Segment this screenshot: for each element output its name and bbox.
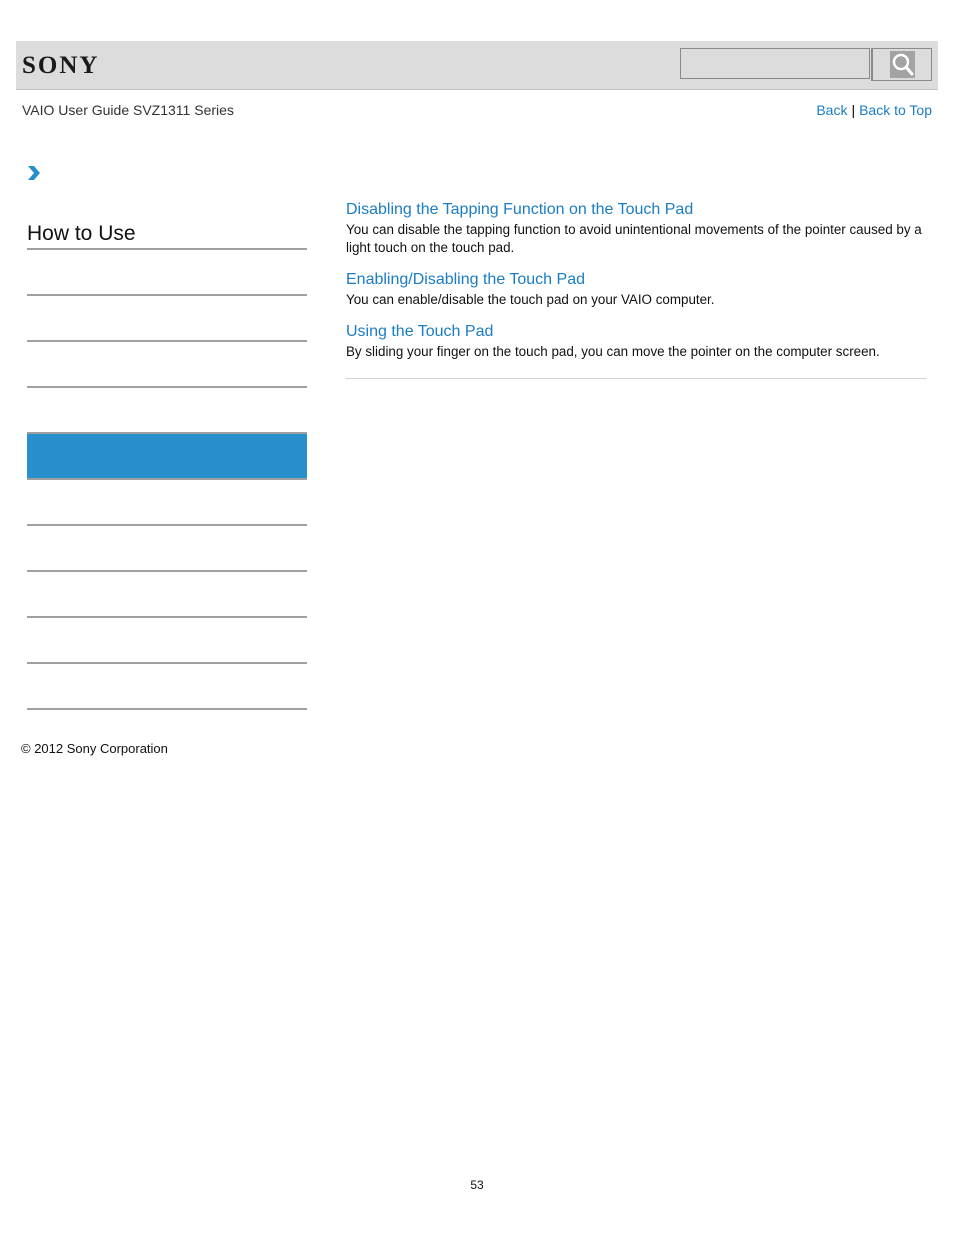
topic-item: Using the Touch Pad By sliding your fing…	[346, 322, 926, 361]
sidebar-heading: How to Use	[27, 222, 136, 245]
topic-link[interactable]: Using the Touch Pad	[346, 322, 926, 341]
back-link[interactable]: Back	[816, 102, 847, 118]
sidebar-item[interactable]	[27, 572, 307, 618]
link-separator: |	[851, 102, 856, 118]
topic-description: You can enable/disable the touch pad on …	[346, 292, 715, 307]
sidebar-item[interactable]	[27, 388, 307, 434]
page-number: 53	[470, 1178, 484, 1192]
sidebar-item[interactable]	[27, 618, 307, 664]
header-bar: SONY	[16, 41, 938, 90]
sidebar-item[interactable]	[27, 664, 307, 710]
sidebar-item-active[interactable]	[27, 434, 307, 480]
topic-item: Enabling/Disabling the Touch Pad You can…	[346, 270, 926, 309]
breadcrumb[interactable]	[27, 165, 41, 181]
chevron-right-icon	[28, 166, 40, 180]
search-icon	[890, 51, 915, 78]
sidebar-item[interactable]	[27, 480, 307, 526]
topic-link[interactable]: Enabling/Disabling the Touch Pad	[346, 270, 926, 289]
topic-item: Disabling the Tapping Function on the To…	[346, 200, 926, 257]
sidebar-item[interactable]	[27, 296, 307, 342]
sidebar-item[interactable]	[27, 250, 307, 296]
sony-logo[interactable]: SONY	[22, 52, 99, 80]
sidebar-item[interactable]	[27, 526, 307, 572]
back-to-top-link[interactable]: Back to Top	[859, 102, 932, 118]
search-button[interactable]	[871, 48, 932, 81]
topic-link[interactable]: Disabling the Tapping Function on the To…	[346, 200, 926, 219]
sidebar-nav	[27, 248, 307, 710]
guide-title: VAIO User Guide SVZ1311 Series	[22, 102, 234, 118]
sidebar-item[interactable]	[27, 342, 307, 388]
copyright: © 2012 Sony Corporation	[21, 741, 168, 756]
content-divider	[346, 378, 926, 379]
topic-description: By sliding your finger on the touch pad,…	[346, 344, 880, 359]
search-input[interactable]	[680, 48, 870, 79]
topic-list: Disabling the Tapping Function on the To…	[346, 200, 926, 379]
topic-description: You can disable the tapping function to …	[346, 222, 922, 255]
nav-links: Back | Back to Top	[816, 102, 932, 118]
